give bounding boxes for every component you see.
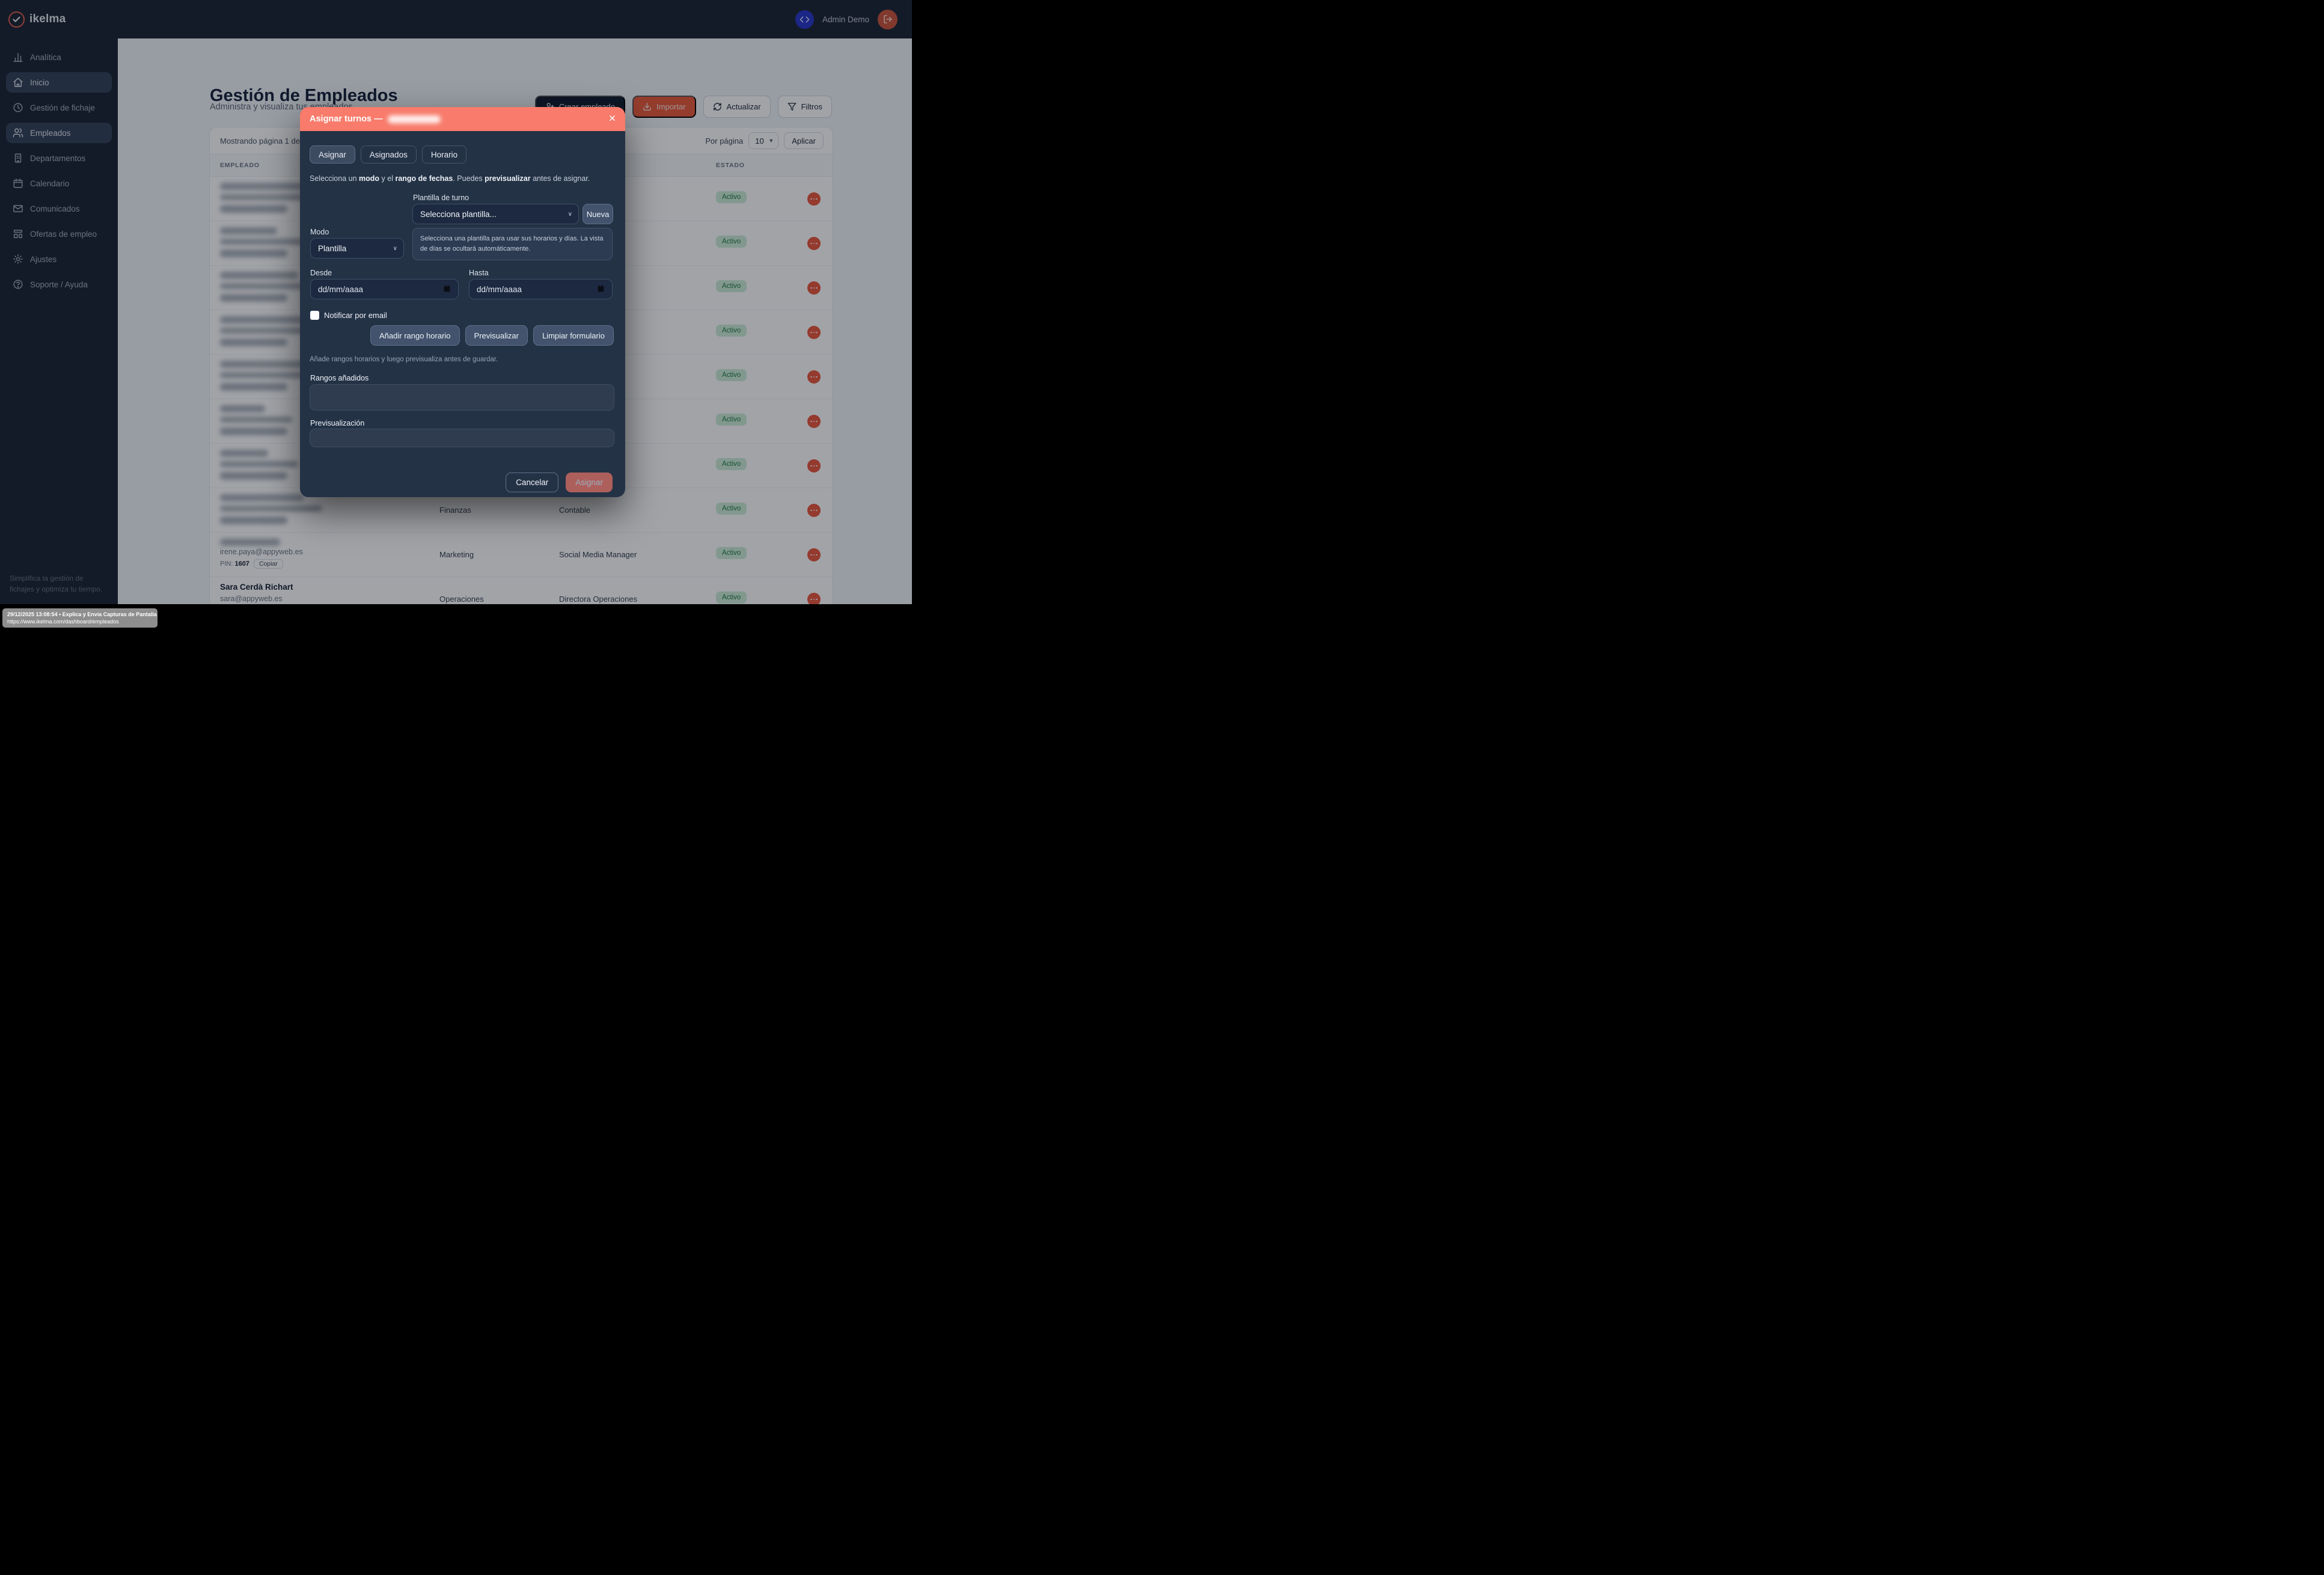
modal-intro-text: Selecciona un modo y el rango de fechas.… [310,174,590,183]
template-helper-text: Selecciona una plantilla para usar sus h… [412,228,613,260]
clear-form-button[interactable]: Limpiar formulario [533,325,614,346]
screenshot-url: https://www.ikelma.com/dashboard/emplead… [7,618,153,625]
preview-button[interactable]: Previsualizar [465,325,528,346]
from-date-input[interactable]: dd/mm/aaaa [310,279,459,299]
template-select-value: Selecciona plantilla... [420,210,497,219]
modal-title: Asignar turnos — [310,114,383,124]
added-ranges-box [310,384,614,411]
mode-select[interactable]: Plantilla ∨ [310,238,404,258]
assign-shifts-modal: Asignar turnos — Asignar Asignados Horario… [300,107,625,497]
cancel-button[interactable]: Cancelar [506,472,558,492]
mode-label: Modo [310,228,329,236]
app-viewport: ikelma Analítica Inicio Gestión de ficha… [0,0,912,604]
modal-tab-horario[interactable]: Horario [422,145,466,164]
notify-email-row: Notificar por email [310,311,387,320]
from-date-placeholder: dd/mm/aaaa [318,285,363,294]
modal-tabs: Asignar Asignados Horario [310,145,466,164]
modal-footer: Cancelar Asignar [506,472,613,492]
modal-tab-asignados[interactable]: Asignados [361,145,417,164]
screenshot-info-overlay: 29/12/2025 13:08:54 • Explica y Envía Ca… [2,608,157,628]
assign-button[interactable]: Asignar [566,472,613,492]
add-time-range-button[interactable]: Añadir rango horario [370,325,460,346]
calendar-icon[interactable] [597,284,605,295]
close-icon [608,114,617,123]
preview-box [310,429,614,447]
screenshot-timestamp: 29/12/2025 13:08:54 • Explica y Envía Ca… [7,611,153,618]
new-template-button[interactable]: Nueva [583,204,613,224]
preview-label: Previsualización [310,419,364,427]
redacted-employee-name [388,115,441,123]
range-action-buttons: Añadir rango horarioPrevisualizarLimpiar… [370,325,614,346]
close-button[interactable] [608,114,617,126]
mode-select-value: Plantilla [318,244,346,253]
to-date-placeholder: dd/mm/aaaa [477,285,522,294]
template-label: Plantilla de turno [413,194,469,202]
modal-header: Asignar turnos — [300,107,625,131]
added-ranges-label: Rangos añadidos [310,374,368,382]
chevron-down-icon: ∨ [393,245,397,252]
from-label: Desde [310,269,332,277]
calendar-icon[interactable] [443,284,451,295]
template-select[interactable]: Selecciona plantilla... ∨ [412,204,579,224]
to-label: Hasta [469,269,489,277]
screenshot-stage: ikelma Analítica Inicio Gestión de ficha… [0,0,929,630]
to-date-input[interactable]: dd/mm/aaaa [469,279,613,299]
modal-hint-text: Añade rangos horarios y luego previsuali… [310,356,498,363]
modal-tab-asignar[interactable]: Asignar [310,145,355,164]
screen-edge-right [912,0,929,630]
chevron-down-icon: ∨ [568,211,572,218]
notify-email-checkbox[interactable] [310,311,319,320]
notify-email-label: Notificar por email [324,311,387,320]
